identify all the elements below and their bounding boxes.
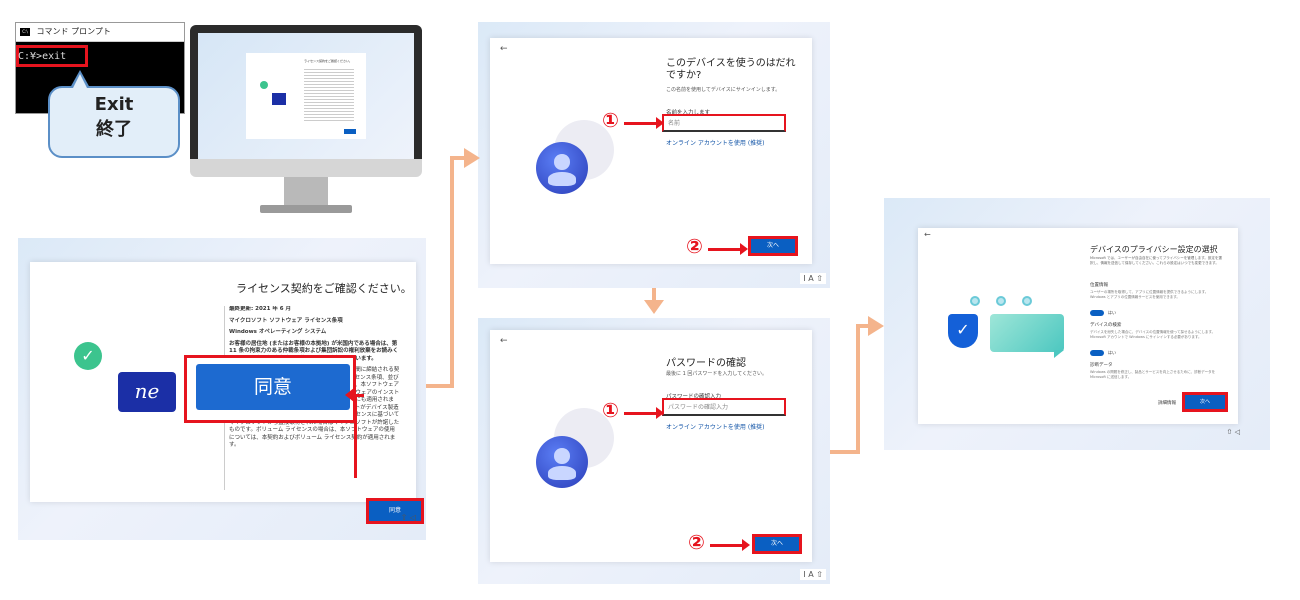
flow-arrow-1-icon [464, 148, 480, 168]
pen-logo-icon: ne [118, 372, 176, 412]
password-dialog: ← パスワードの確認 最後に 1 回パスワードを入力してください。 パスワードの… [490, 330, 812, 562]
monitor-chin [190, 159, 422, 177]
mini-logo-icon [272, 93, 286, 105]
online-account-link[interactable]: オンライン アカウントを使用 (推奨) [666, 422, 765, 431]
step2-arrow [710, 539, 750, 551]
step2-arrow [708, 243, 748, 255]
loc-toggle-label: はい [1108, 310, 1116, 315]
dot-icon [996, 296, 1006, 306]
zoom-connector-v [354, 394, 357, 478]
callout-pointer-fill [72, 74, 88, 90]
check-icon: ✓ [74, 342, 102, 370]
next-button[interactable]: 次へ [1182, 392, 1228, 412]
cmd-app-icon: C:\ [20, 27, 30, 36]
zoom-connector-h [354, 394, 364, 397]
cmd-command: C:¥>exit [18, 51, 67, 62]
who-dialog: ← このデバイスを使うのはだれですか? この名前を使用してデバイスにサインインし… [490, 38, 812, 264]
license-os-name: Windows オペレーティング システム [229, 329, 327, 335]
sys-icons: ⇧ ◁ [400, 513, 416, 522]
step1-marker: ① [602, 108, 619, 132]
diag-text: Windows の問題を修正し、製品とサービスを向上させるために、診断データを … [1090, 370, 1216, 379]
license-panel: ✓ ne ライセンス契約をご確認ください。 最終更新: 2021 年 6 月 マ… [18, 238, 426, 540]
privacy-panel: ← ✓ デバイスのプライバシー設定の選択 Microsoft では、ユーザーが自… [884, 198, 1270, 450]
who-subtitle: この名前を使用してデバイスにサインインします。 [666, 87, 781, 93]
more-info-link[interactable]: 詳細情報 [1158, 400, 1176, 406]
step1-arrow [624, 117, 664, 129]
license-updated: 最終更新: 2021 年 6 月 [229, 306, 291, 312]
dot-icon [970, 296, 980, 306]
mini-accept [344, 129, 356, 134]
flow-arrow-3-icon [868, 316, 884, 336]
back-arrow-icon[interactable]: ← [500, 336, 508, 346]
monitor-base [260, 205, 352, 213]
step2-marker: ② [686, 234, 703, 258]
monitor-screen: ライセンス契約をご確認ください。 [198, 33, 414, 159]
chat-bubble-icon [990, 314, 1064, 352]
mini-check-icon [260, 81, 268, 89]
loc-text: ユーザーの場所を取得して、アプリに位置情報を提供できるようにします。Window… [1090, 290, 1209, 299]
password-confirm-input[interactable]: パスワードの確認入力 [662, 398, 786, 416]
avatar-icon [536, 142, 588, 194]
step1-arrow [624, 407, 664, 419]
accept-zoom-button: 同意 [196, 364, 350, 410]
chat-bubble-tail [1054, 350, 1064, 358]
who-panel: ← このデバイスを使うのはだれですか? この名前を使用してデバイスにサインインし… [478, 22, 830, 288]
privacy-title: デバイスのプライバシー設定の選択 [1090, 245, 1218, 254]
online-account-link[interactable]: オンライン アカウントを使用 (推奨) [666, 138, 765, 147]
shield-icon: ✓ [948, 314, 978, 348]
diag-title: 診断データ [1090, 363, 1113, 368]
password-subtitle: 最後に 1 回パスワードを入力してください。 [666, 371, 768, 377]
avatar-icon [536, 436, 588, 488]
next-button[interactable]: 次へ [748, 236, 798, 256]
password-panel: ← パスワードの確認 最後に 1 回パスワードを入力してください。 パスワードの… [478, 318, 830, 584]
zoom-arrow-head [345, 388, 354, 402]
step2-marker: ② [688, 530, 705, 554]
password-title: パスワードの確認 [666, 358, 746, 369]
cmd-titlebar: C:\ コマンド プロンプト [16, 23, 184, 42]
mini-dialog: ライセンス契約をご確認ください。 [246, 53, 366, 139]
license-terms-title: マイクロソフト ソフトウェア ライセンス条項 [229, 317, 343, 324]
sys-icons: I A ⇧ [800, 569, 826, 580]
find-title: デバイスの検索 [1090, 323, 1122, 328]
who-title: このデバイスを使うのはだれですか? [666, 58, 796, 81]
privacy-intro: Microsoft では、ユーザーが自由自在に使ってプライバシーを管理します。設… [1090, 256, 1222, 265]
back-arrow-icon[interactable]: ← [924, 230, 931, 239]
sys-icons: ⇧ ◁ [1226, 428, 1240, 436]
back-arrow-icon[interactable]: ← [500, 44, 508, 54]
cmd-title: コマンド プロンプト [36, 27, 111, 36]
flow-line-1b [450, 156, 454, 388]
mini-text [304, 67, 354, 123]
callout-en: Exit [94, 94, 134, 115]
flow-line-1a [426, 384, 452, 388]
monitor-neck [284, 177, 328, 205]
name-input[interactable]: 名前 [662, 114, 786, 132]
next-button[interactable]: 次へ [752, 534, 802, 554]
privacy-dialog: ← ✓ デバイスのプライバシー設定の選択 Microsoft では、ユーザーが自… [918, 228, 1238, 424]
callout-jp: 終了 [96, 119, 132, 140]
find-toggle[interactable] [1090, 350, 1104, 356]
monitor: ライセンス契約をご確認ください。 [190, 25, 422, 215]
exit-callout: Exit 終了 [48, 70, 180, 158]
dot-icon [1022, 296, 1032, 306]
sys-icons: I A ⇧ [800, 273, 826, 284]
license-title: ライセンス契約をご確認ください。 [236, 282, 412, 295]
flow-line-3a [830, 450, 858, 454]
step1-marker: ① [602, 398, 619, 422]
loc-title: 位置情報 [1090, 283, 1108, 288]
mini-title: ライセンス契約をご確認ください。 [304, 59, 352, 63]
loc-toggle[interactable] [1090, 310, 1104, 316]
flow-arrow-2-icon [644, 300, 664, 314]
flow-line-3b [856, 324, 860, 454]
find-text: デバイスを紛失した場合に、デバイスの位置情報を使って探せるようにします。Micr… [1090, 330, 1216, 339]
find-toggle-label: はい [1108, 350, 1116, 355]
